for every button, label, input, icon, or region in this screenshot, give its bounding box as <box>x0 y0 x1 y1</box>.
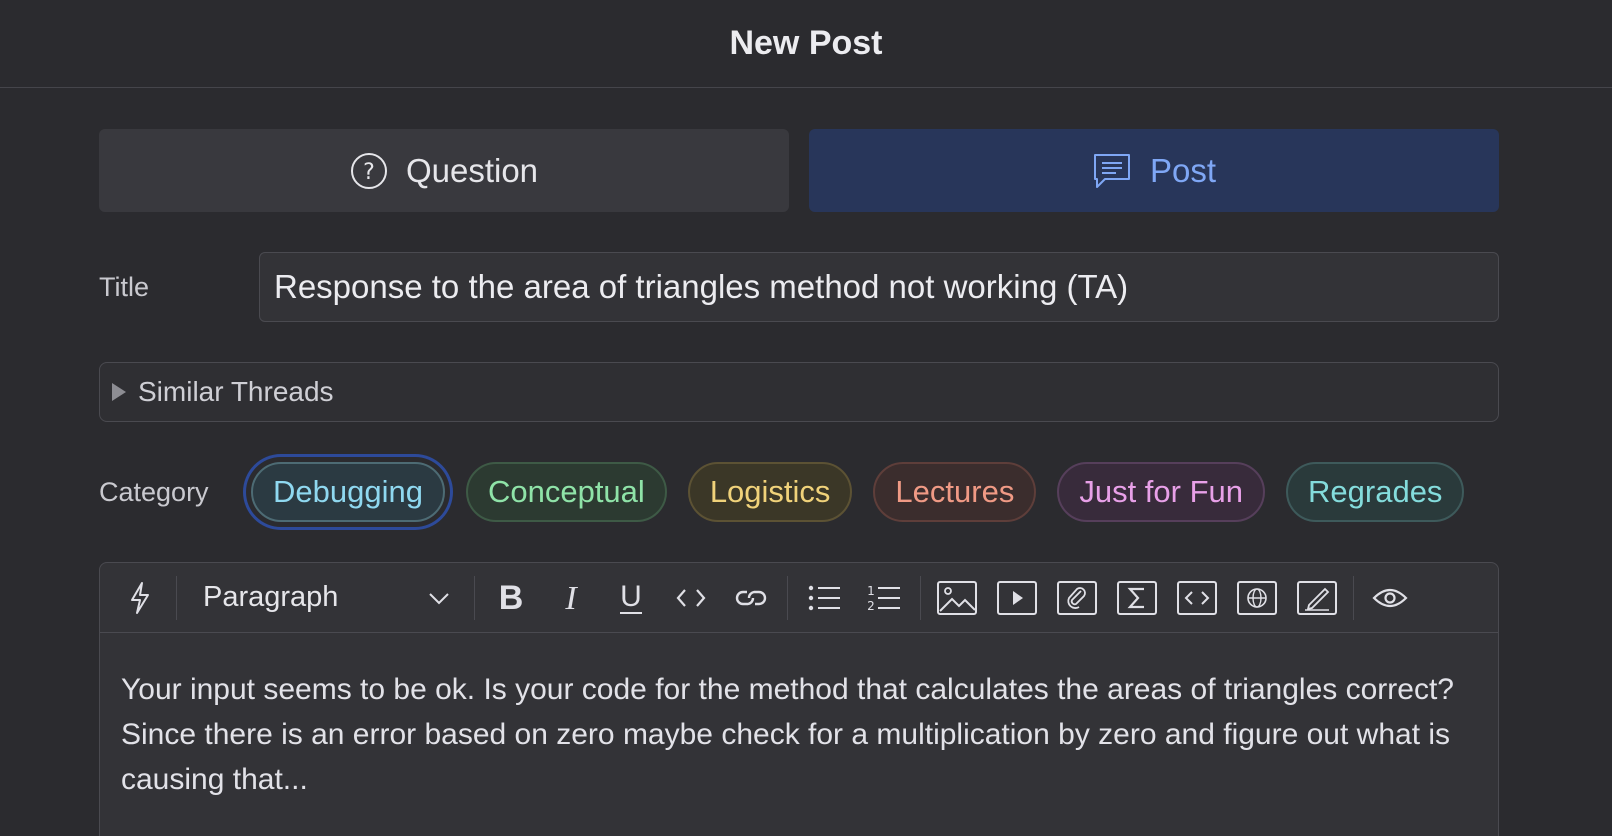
post-type-selector: ? Question Post <box>99 129 1499 212</box>
inline-code-icon[interactable] <box>668 575 714 621</box>
toolbar-divider <box>787 575 788 620</box>
category-chip-conceptual[interactable]: Conceptual <box>465 462 667 522</box>
category-chip-just-for-fun[interactable]: Just for Fun <box>1057 462 1266 522</box>
chevron-down-icon <box>428 581 450 614</box>
block-format-value: Paragraph <box>203 581 339 613</box>
title-input[interactable]: Response to the area of triangles method… <box>259 252 1499 322</box>
post-type-label: Post <box>1149 151 1217 189</box>
header: New Post <box>0 0 1612 88</box>
svg-text:2: 2 <box>867 599 875 613</box>
similar-threads-toggle[interactable]: Similar Threads <box>99 362 1499 422</box>
category-chip-debugging[interactable]: Debugging <box>251 462 445 522</box>
code-block-icon[interactable] <box>1174 575 1220 621</box>
preview-icon[interactable] <box>1367 575 1413 621</box>
underline-icon[interactable]: U <box>608 575 654 621</box>
title-row: Title Response to the area of triangles … <box>99 252 1499 322</box>
category-chip-lectures[interactable]: Lectures <box>873 462 1037 522</box>
toolbar-divider <box>176 575 177 620</box>
math-icon[interactable] <box>1114 575 1160 621</box>
attachment-icon[interactable] <box>1054 575 1100 621</box>
category-row: Category Debugging Conceptual Logistics … <box>99 462 1499 522</box>
rich-text-editor: Paragraph B I U 1 2 Your input seems to … <box>99 562 1499 836</box>
new-post-form: ? Question Post Title Response to the ar… <box>99 129 1499 836</box>
toolbar-divider <box>920 575 921 620</box>
editor-toolbar: Paragraph B I U 1 2 <box>100 563 1498 633</box>
question-mark-icon: ? <box>350 152 388 190</box>
link-icon[interactable] <box>728 575 774 621</box>
svg-text:?: ? <box>363 160 375 185</box>
web-embed-icon[interactable] <box>1234 575 1280 621</box>
editor-body[interactable]: Your input seems to be ok. Is your code … <box>100 633 1498 802</box>
bullet-list-icon[interactable] <box>801 575 847 621</box>
similar-threads-label: Similar Threads <box>138 376 334 407</box>
image-icon[interactable] <box>934 575 980 621</box>
category-chip-regrades[interactable]: Regrades <box>1286 462 1465 522</box>
category-chip-logistics[interactable]: Logistics <box>687 462 853 522</box>
italic-icon[interactable]: I <box>548 575 594 621</box>
toolbar-divider <box>474 575 475 620</box>
question-type-label: Question <box>405 151 539 189</box>
toolbar-divider <box>1353 575 1354 620</box>
expand-triangle-icon <box>112 383 126 401</box>
question-type-button[interactable]: ? Question <box>99 129 789 212</box>
category-label: Category <box>99 476 209 507</box>
post-type-button[interactable]: Post <box>809 129 1499 212</box>
category-chips: Debugging Conceptual Logistics Lectures … <box>251 462 1465 522</box>
page-title: New Post <box>729 24 883 62</box>
svg-text:B: B <box>499 581 524 615</box>
title-label: Title <box>99 271 150 302</box>
svg-text:1: 1 <box>867 584 875 598</box>
numbered-list-icon[interactable]: 12 <box>861 575 907 621</box>
draw-icon[interactable] <box>1294 575 1340 621</box>
lightning-icon[interactable] <box>117 575 163 621</box>
chat-bubble-icon <box>1092 152 1132 190</box>
video-icon[interactable] <box>994 575 1040 621</box>
bold-icon[interactable]: B <box>488 575 534 621</box>
block-format-dropdown[interactable]: Paragraph <box>183 575 468 621</box>
svg-text:U: U <box>620 580 642 613</box>
svg-text:I: I <box>564 581 578 615</box>
